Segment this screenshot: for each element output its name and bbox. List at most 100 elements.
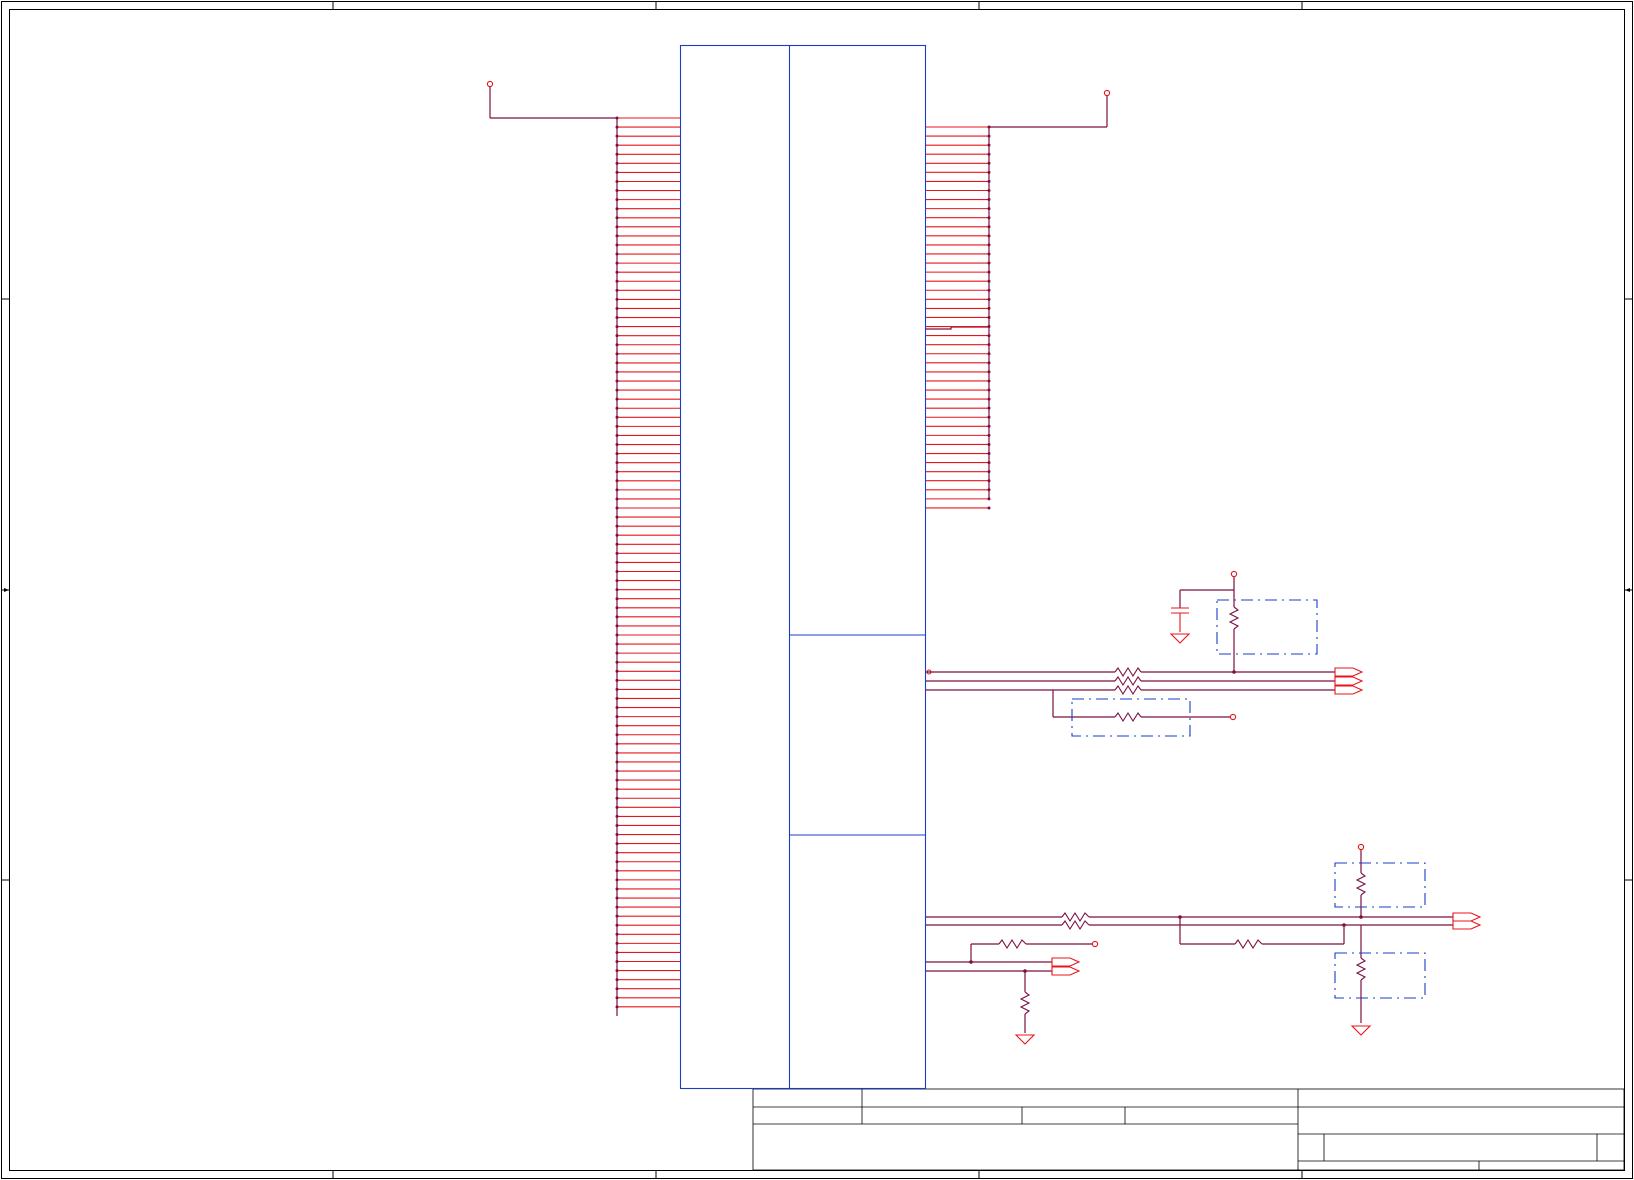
bus-junction — [987, 406, 991, 410]
bus-junction — [615, 624, 619, 628]
bus-junction — [615, 306, 619, 310]
bus-junction — [615, 996, 619, 1000]
bus-junction — [615, 216, 619, 220]
bus-junction — [987, 170, 991, 174]
power-port-lower — [1357, 843, 1365, 851]
bus-junction — [987, 442, 991, 446]
bus-junction — [615, 1005, 619, 1009]
bus-junction — [987, 252, 991, 256]
bus-junction — [987, 288, 991, 292]
net-port-arrow — [1051, 957, 1081, 967]
drawing-frame — [1, 1, 1633, 1179]
bus-junction — [987, 134, 991, 138]
bus-junction — [987, 497, 991, 501]
bus-junction — [615, 606, 619, 610]
bus-junction — [615, 506, 619, 510]
resistor — [1355, 957, 1367, 981]
net-port-arrow — [1334, 667, 1364, 677]
bus-junction — [615, 161, 619, 165]
bus-junction — [615, 660, 619, 664]
bus-junction — [615, 642, 619, 646]
bus-junction — [615, 896, 619, 900]
bus-junction — [987, 152, 991, 156]
bus-junction — [615, 869, 619, 873]
bus-junction — [615, 297, 619, 301]
bus-junction — [615, 950, 619, 954]
bus-junction — [615, 651, 619, 655]
ground-symbol — [1169, 633, 1191, 644]
bus-junction — [615, 842, 619, 846]
resistor — [1228, 606, 1240, 630]
bus-junction — [615, 461, 619, 465]
bus-junction — [615, 443, 619, 447]
dnp-box — [1334, 952, 1426, 999]
bus-junction — [615, 941, 619, 945]
bus-junction — [987, 370, 991, 374]
title-block — [752, 1088, 1625, 1171]
bus-junction — [615, 579, 619, 583]
bus-junction — [615, 833, 619, 837]
left-pin-bus — [486, 80, 618, 1016]
bus-junction — [615, 715, 619, 719]
bus-junction — [615, 669, 619, 673]
bus-junction — [615, 914, 619, 918]
bus-junction — [615, 152, 619, 156]
bus-junction — [615, 733, 619, 737]
bus-junction — [987, 325, 991, 329]
bus-junction — [615, 932, 619, 936]
bus-junction — [615, 687, 619, 691]
bus-junction — [987, 334, 991, 338]
resistor — [998, 938, 1027, 950]
bus-junction — [615, 769, 619, 773]
bus-junction — [615, 125, 619, 129]
capacitor — [1169, 607, 1191, 644]
bus-junction — [987, 143, 991, 147]
bus-junction — [615, 696, 619, 700]
bus-junction — [615, 706, 619, 710]
bus-junction — [987, 352, 991, 356]
bus-junction — [987, 506, 991, 510]
net-port-arrow — [1051, 966, 1081, 976]
bus-junction — [615, 878, 619, 882]
bus-junction — [987, 261, 991, 265]
net-port-arrow — [1452, 920, 1482, 930]
bus-junction — [615, 252, 619, 256]
bus-junction — [615, 860, 619, 864]
bus-junction — [615, 406, 619, 410]
bus-junction — [615, 787, 619, 791]
bus-junction — [987, 433, 991, 437]
bus-junction — [615, 633, 619, 637]
bus-junction — [987, 207, 991, 211]
bus-junction — [615, 225, 619, 229]
bus-junction — [615, 960, 619, 964]
bus-junction — [615, 823, 619, 827]
resistor — [1234, 938, 1263, 950]
power-port-right — [1103, 89, 1111, 97]
resistor — [1114, 711, 1142, 723]
bus-junction — [987, 343, 991, 347]
right-pin-stubs — [926, 125, 991, 510]
bus-junction — [615, 198, 619, 202]
bus-junction — [615, 760, 619, 764]
bus-junction — [615, 261, 619, 265]
bus-junction — [615, 388, 619, 392]
bus-junction — [615, 134, 619, 138]
power-port-mid — [1230, 570, 1238, 578]
dnp-box — [1334, 862, 1426, 908]
lower-section-circuit — [926, 843, 1482, 1045]
bus-junction — [615, 751, 619, 755]
bus-junction — [615, 978, 619, 982]
bus-junction — [987, 306, 991, 310]
bus-junction — [615, 207, 619, 211]
connector-component — [679, 44, 927, 1090]
bus-junction — [987, 225, 991, 229]
middle-section-circuit — [926, 570, 1364, 737]
bus-junction — [987, 470, 991, 474]
bus-junction — [615, 352, 619, 356]
bus-junction — [615, 851, 619, 855]
bus-junction — [615, 778, 619, 782]
bus-junction — [987, 397, 991, 401]
bus-junction — [615, 243, 619, 247]
schematic-sheet — [1, 1, 1633, 1179]
bus-junction — [987, 270, 991, 274]
